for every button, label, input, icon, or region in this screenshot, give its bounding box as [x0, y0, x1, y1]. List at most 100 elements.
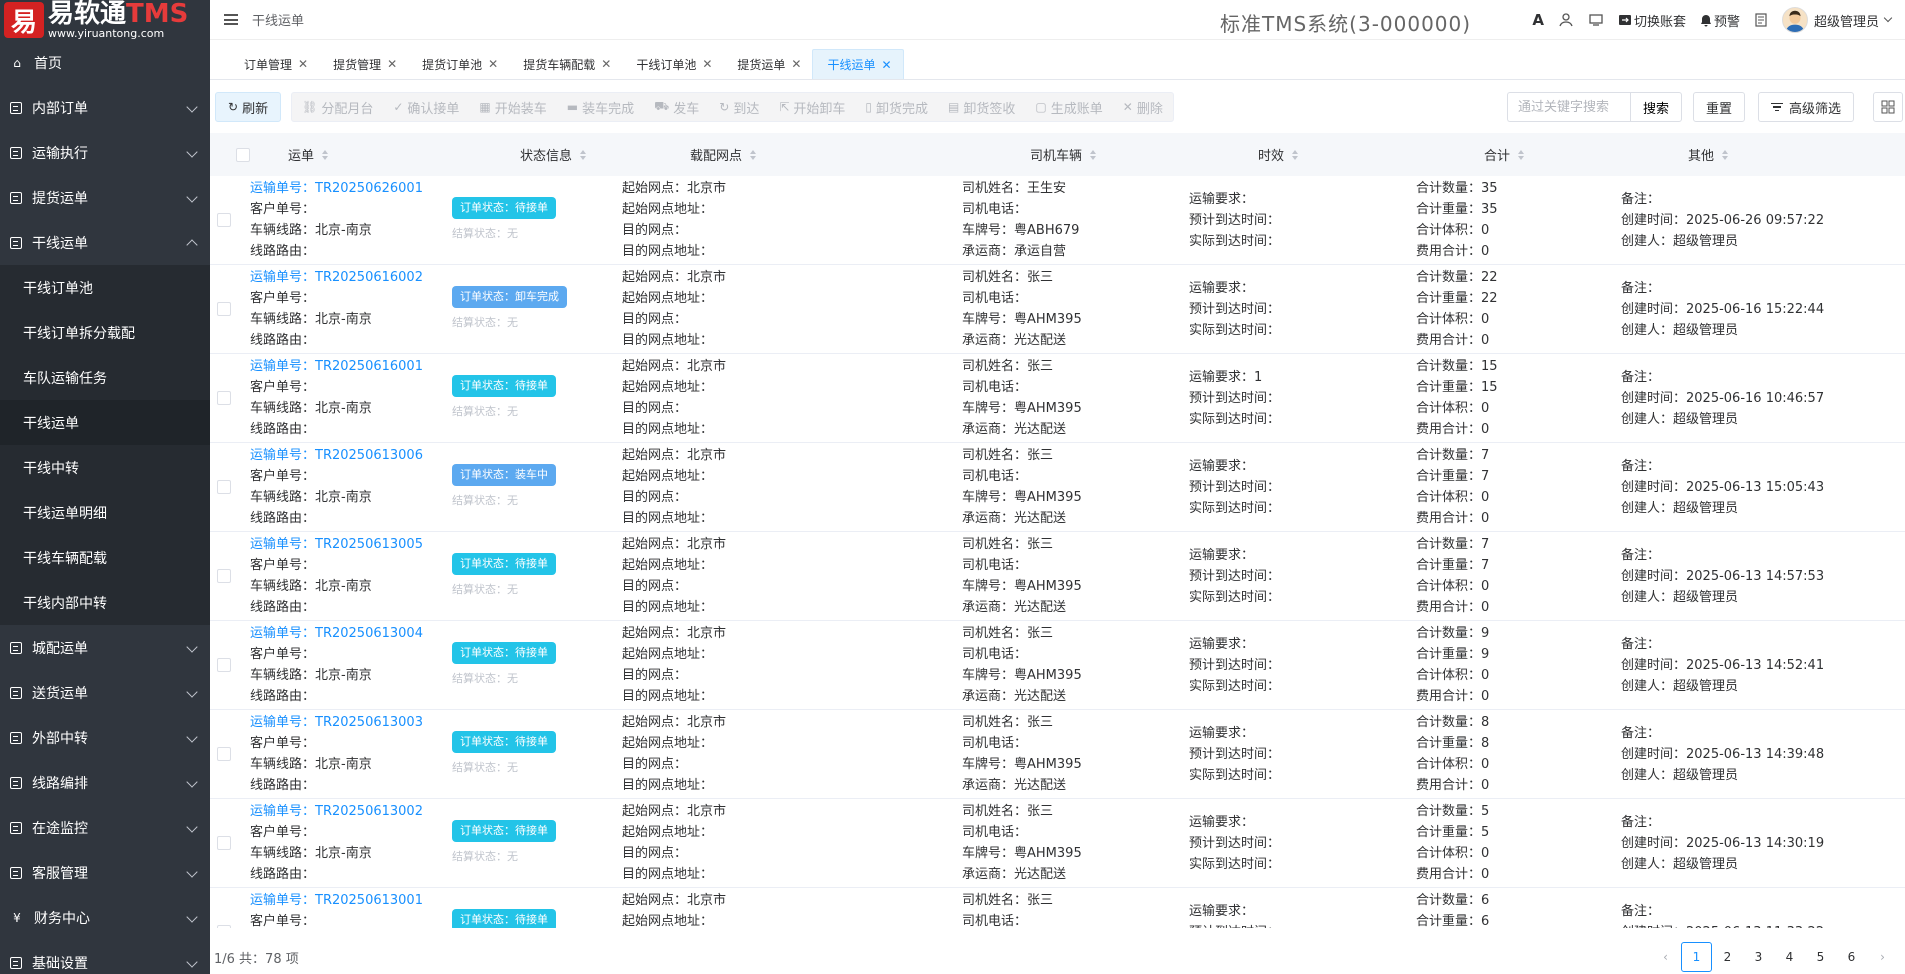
select-all-checkbox[interactable]	[236, 147, 250, 162]
tab-4[interactable]: 干线订单池 ✕	[622, 49, 723, 79]
tab-0[interactable]: 订单管理 ✕	[230, 49, 319, 79]
action-button-7[interactable]: ▯ 卸货完成	[855, 93, 938, 121]
waybill-link[interactable]: 运输单号：TR20250613006	[250, 445, 452, 466]
page-3[interactable]: 3	[1743, 942, 1774, 972]
close-icon[interactable]: ✕	[387, 57, 397, 71]
user-menu[interactable]: 超级管理员	[1781, 7, 1893, 33]
sidebar-subitem-0[interactable]: 干线订单池	[0, 265, 210, 310]
prev-page-icon[interactable]: ‹	[1650, 942, 1681, 972]
waybill-link[interactable]: 运输单号：TR20250626001	[250, 178, 452, 199]
waybill-link[interactable]: 运输单号：TR20250613003	[250, 712, 452, 733]
switch-account-button[interactable]: 切换账套	[1618, 11, 1686, 30]
search-input[interactable]	[1507, 92, 1630, 122]
sidebar-subitem-5[interactable]: 干线运单明细	[0, 490, 210, 535]
sidebar-subitem-1[interactable]: 干线订单拆分载配	[0, 310, 210, 355]
close-icon[interactable]: ✕	[791, 57, 801, 71]
sidebar-item-home[interactable]: ⌂ 首页	[0, 40, 210, 85]
page-4[interactable]: 4	[1774, 942, 1805, 972]
refresh-button[interactable]: ↻ 刷新	[215, 92, 282, 122]
column-header-1[interactable]: 状态信息	[508, 145, 678, 164]
sidebar-item-after-1[interactable]: 送货运单	[0, 670, 210, 715]
menu-toggle-icon[interactable]	[224, 14, 238, 25]
sidebar-item-after-7[interactable]: 基础设置	[0, 940, 210, 974]
waybill-link[interactable]: 运输单号：TR20250616001	[250, 356, 452, 377]
sort-icon[interactable]	[1518, 149, 1525, 160]
field-label: 预计到达时间：	[1189, 657, 1281, 673]
tab-5[interactable]: 提货运单 ✕	[723, 49, 812, 79]
action-button-1[interactable]: ✓ 确认接单	[383, 93, 469, 121]
sidebar-item-after-6[interactable]: ¥ 财务中心	[0, 895, 210, 940]
action-button-4[interactable]: ⛟ 发车	[644, 93, 709, 121]
page-1[interactable]: 1	[1681, 942, 1712, 972]
document-icon[interactable]	[1754, 13, 1768, 27]
column-header-3[interactable]: 司机车辆	[1018, 145, 1246, 164]
alert-button[interactable]: 预警	[1700, 11, 1740, 30]
column-header-label: 时效	[1258, 149, 1285, 164]
sidebar-subitem-4[interactable]: 干线中转	[0, 445, 210, 490]
column-header-0[interactable]: 运单	[276, 145, 508, 164]
close-icon[interactable]: ✕	[298, 57, 308, 71]
cell-line: 起始网点地址：	[622, 911, 962, 928]
sidebar-item-after-3[interactable]: 线路编排	[0, 760, 210, 805]
sort-icon[interactable]	[580, 149, 587, 160]
column-header-2[interactable]: 载配网点	[678, 145, 1018, 164]
waybill-link[interactable]: 运输单号：TR20250613004	[250, 623, 452, 644]
field-label: 预计到达时间：	[1189, 301, 1281, 317]
close-icon[interactable]: ✕	[881, 58, 891, 72]
layout-toggle-button[interactable]	[1873, 92, 1903, 122]
sidebar-subitem-7[interactable]: 干线内部中转	[0, 580, 210, 625]
sort-icon[interactable]	[1722, 149, 1729, 160]
column-header-5[interactable]: 合计	[1472, 145, 1676, 164]
sidebar-subitem-3[interactable]: 干线运单	[0, 400, 210, 445]
waybill-link[interactable]: 运输单号：TR20250613001	[250, 890, 452, 911]
sidebar-item-1[interactable]: 运输执行	[0, 130, 210, 175]
sort-icon[interactable]	[750, 149, 757, 160]
waybill-link[interactable]: 运输单号：TR20250616002	[250, 267, 452, 288]
page-6[interactable]: 6	[1836, 942, 1867, 972]
screen-icon[interactable]	[1588, 12, 1604, 28]
tab-1[interactable]: 提货管理 ✕	[319, 49, 408, 79]
action-button-5[interactable]: ↻ 到达	[709, 93, 769, 121]
column-header-6[interactable]: 其他	[1676, 145, 1905, 164]
field-label: 起始网点：	[622, 626, 688, 641]
close-icon[interactable]: ✕	[702, 57, 712, 71]
cell-line: 目的网点地址：	[622, 686, 962, 707]
page-5[interactable]: 5	[1805, 942, 1836, 972]
action-button-9[interactable]: ▢ 生成账单	[1025, 93, 1112, 121]
sort-icon[interactable]	[322, 149, 329, 160]
sidebar-item-2[interactable]: 提货运单	[0, 175, 210, 220]
sidebar-item-after-5[interactable]: 客服管理	[0, 850, 210, 895]
action-button-0[interactable]: ⛓ 分配月台	[292, 93, 383, 121]
close-icon[interactable]: ✕	[601, 57, 611, 71]
reset-button[interactable]: 重置	[1693, 92, 1746, 122]
action-button-6[interactable]: ⇱ 开始卸车	[769, 93, 855, 121]
search-button[interactable]: 搜索	[1630, 92, 1683, 122]
tab-6[interactable]: 干线运单 ✕	[812, 49, 904, 79]
tab-3[interactable]: 提货车辆配载 ✕	[509, 49, 622, 79]
sort-icon[interactable]	[1292, 149, 1299, 160]
next-page-icon[interactable]: ›	[1867, 942, 1898, 972]
sidebar-item-trunk-waybill[interactable]: 干线运单	[0, 220, 210, 265]
sidebar-item-0[interactable]: 内部订单	[0, 85, 210, 130]
advanced-filter-button[interactable]: 高级筛选	[1758, 92, 1855, 122]
action-button-8[interactable]: ▤ 卸货签收	[938, 93, 1025, 121]
sidebar-item-after-2[interactable]: 外部中转	[0, 715, 210, 760]
sidebar-subitem-6[interactable]: 干线车辆配载	[0, 535, 210, 580]
waybill-link[interactable]: 运输单号：TR20250613002	[250, 801, 452, 822]
column-header-4[interactable]: 时效	[1246, 145, 1472, 164]
action-button-3[interactable]: ▬ 装车完成	[557, 93, 644, 121]
sidebar-item-after-0[interactable]: 城配运单	[0, 625, 210, 670]
user-icon[interactable]	[1558, 12, 1574, 28]
font-size-icon[interactable]: A	[1532, 11, 1544, 29]
sidebar-subitem-2[interactable]: 车队运输任务	[0, 355, 210, 400]
action-label: 开始装车	[494, 101, 547, 117]
close-icon[interactable]: ✕	[488, 57, 498, 71]
table-row: 运输单号：TR20250613003 客户单号： 车辆线路：北京-南京 线路路由： 订单…	[210, 710, 1905, 799]
page-2[interactable]: 2	[1712, 942, 1743, 972]
sort-icon[interactable]	[1090, 149, 1097, 160]
waybill-link[interactable]: 运输单号：TR20250613005	[250, 534, 452, 555]
action-button-10[interactable]: ✕ 删除	[1113, 93, 1173, 121]
action-button-2[interactable]: ▦ 开始装车	[469, 93, 556, 121]
sidebar-item-after-4[interactable]: 在途监控	[0, 805, 210, 850]
tab-2[interactable]: 提货订单池 ✕	[408, 49, 509, 79]
